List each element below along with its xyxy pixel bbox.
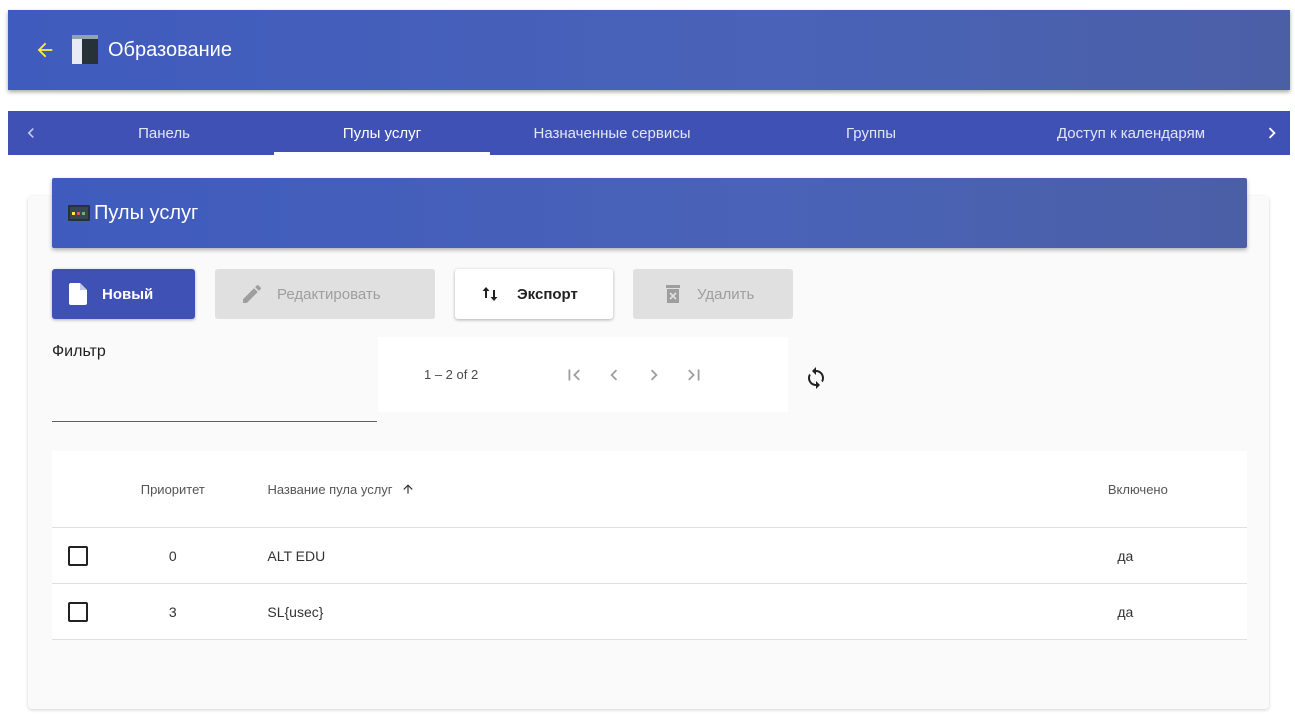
row-select-cell [52,601,128,622]
first-page-icon [568,369,580,380]
export-button-label: Экспорт [517,285,578,303]
cell-enabled: да [1117,603,1134,620]
tab-label: Пулы услуг [342,124,422,142]
row-select-cell [52,545,128,566]
page-range-label: 1 – 2 of 2 [424,367,479,382]
table-row[interactable]: 3 SL{usec} да [52,584,1247,640]
app-title: Образование [108,38,232,61]
tab-assigned-services[interactable]: Назначенные сервисы [490,111,734,155]
chevron-left-icon [610,369,618,380]
tab-service-pools[interactable]: Пулы услуг [274,111,490,155]
export-button[interactable]: Экспорт [455,269,613,319]
row-checkbox[interactable] [68,601,88,622]
table-row[interactable]: 0 ALT EDU да [52,528,1247,584]
delete-button-label: Удалить [697,285,755,303]
book-icon [72,35,98,65]
import-export-icon [481,284,501,304]
cell-name: SL{usec} [267,603,324,620]
cell-enabled: да [1117,547,1134,564]
top-app-bar: Образование [8,10,1290,90]
pool-icon [68,205,90,221]
last-page-icon [688,369,700,380]
service-pools-table: Приоритет Название пула услуг Включено 0… [52,451,1247,640]
column-header-name[interactable]: Название пула услуг [247,482,1075,497]
file-icon [68,283,88,305]
tab-label: Панель [138,124,190,142]
filter-input[interactable] [52,370,377,422]
back-button[interactable] [32,37,58,63]
cell-name: ALT EDU [267,547,326,564]
new-button[interactable]: Новый [52,269,195,319]
edit-button[interactable]: Редактировать [215,269,435,319]
chevron-left-icon [27,128,34,138]
refresh-button[interactable] [800,362,832,394]
card-title: Пулы услуг [94,201,199,224]
tab-calendar-access[interactable]: Доступ к календарям [1008,111,1254,155]
pencil-icon [239,282,265,306]
tab-label: Назначенные сервисы [533,124,691,142]
cell-priority: 3 [168,603,177,620]
trash-icon [663,284,683,304]
new-button-label: Новый [102,285,154,303]
delete-button[interactable]: Удалить [633,269,793,319]
paginator: 1 – 2 of 2 [378,337,788,412]
tabs-scroll-left-button[interactable] [8,111,54,155]
edit-button-label: Редактировать [277,285,381,303]
previous-page-button[interactable] [594,355,634,395]
column-header-priority[interactable]: Приоритет [128,482,247,497]
filter-label: Фильтр [52,343,106,360]
tab-groups[interactable]: Группы [734,111,1008,155]
column-header-name-label: Название пула услуг [267,481,393,497]
refresh-icon [808,367,824,389]
cell-priority: 0 [168,547,177,564]
sort-arrow-up-icon [401,482,415,496]
next-page-button[interactable] [634,355,674,395]
tab-panel[interactable]: Панель [54,111,274,155]
table-header: Приоритет Название пула услуг Включено [52,451,1247,528]
card-header: Пулы услуг [52,178,1247,248]
tab-bar: Панель Пулы услуг Назначенные сервисы Гр… [8,111,1290,155]
tab-list: Панель Пулы услуг Назначенные сервисы Гр… [54,111,1254,155]
tabs-scroll-right-button[interactable] [1254,111,1290,155]
row-checkbox[interactable] [68,545,88,566]
last-page-button[interactable] [674,355,714,395]
column-header-enabled[interactable]: Включено [1076,482,1247,497]
chevron-right-icon [650,369,658,380]
app-root: Образование Панель Пулы услуг Назначенны… [0,0,1295,722]
first-page-button[interactable] [554,355,594,395]
tab-label: Группы [846,124,896,142]
chevron-right-icon [1268,127,1276,139]
arrow-left-icon [37,42,53,58]
tab-label: Доступ к календарям [1056,124,1206,142]
